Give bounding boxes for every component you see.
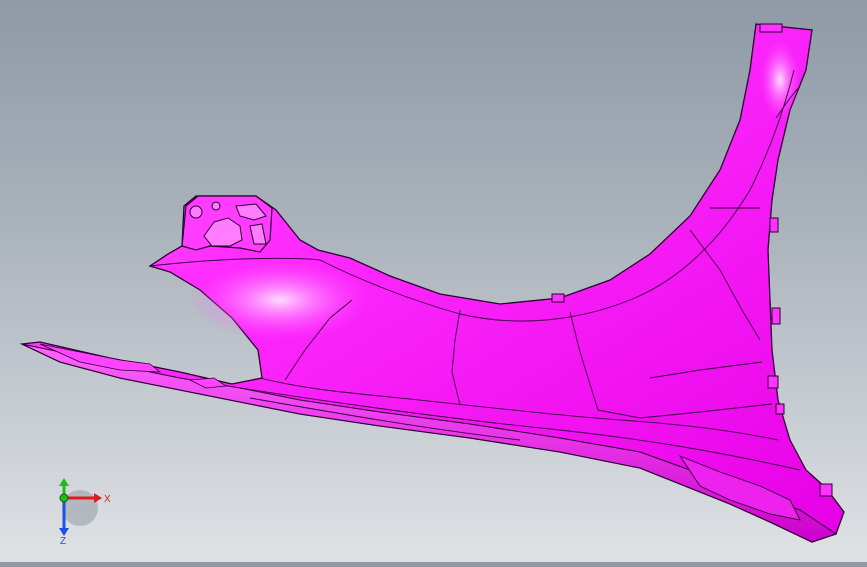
- triad-origin: [59, 493, 69, 503]
- graphics-viewport[interactable]: X Z: [0, 0, 867, 562]
- surface-highlight: [190, 260, 370, 340]
- fender-part-model[interactable]: [0, 0, 867, 562]
- fender-body[interactable]: [19, 23, 845, 543]
- mounting-bracket[interactable]: [181, 195, 273, 253]
- front-tip-details: [39, 343, 228, 389]
- z-axis-label: Z: [60, 536, 66, 547]
- surface-highlight-top: [760, 40, 800, 120]
- coordinate-triad[interactable]: X Z: [44, 478, 124, 548]
- x-axis-label: X: [104, 494, 111, 505]
